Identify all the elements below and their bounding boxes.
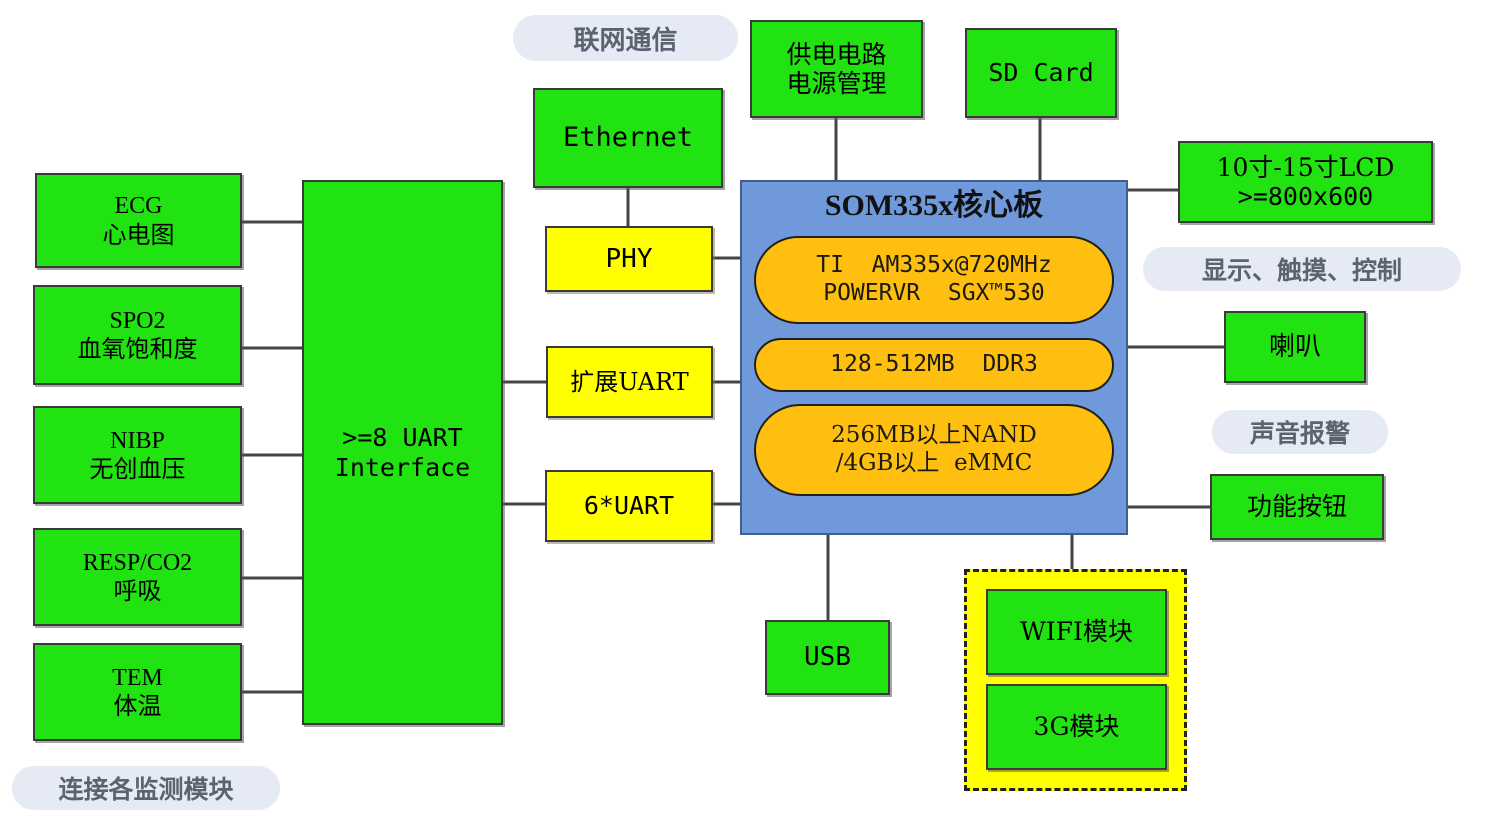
power-line1: 供电电路 [786, 39, 887, 69]
sensor-tem-line1: TEM [112, 664, 163, 691]
ethernet-box[interactable]: Ethernet [533, 88, 723, 188]
lcd-line1: 10寸-15寸LCD [1216, 152, 1395, 182]
speaker-box[interactable]: 喇叭 [1224, 311, 1366, 383]
lcd-line2: >=800x600 [1237, 182, 1374, 211]
sensor-box-ecg[interactable]: ECG 心电图 [35, 173, 242, 268]
sensor-nibp-line1: NIBP [110, 427, 165, 454]
storage-capsule[interactable]: 256MB以上NAND /4GB以上 eMMC [754, 404, 1114, 496]
function-buttons-label: 功能按钮 [1246, 492, 1347, 522]
som335x-core-board[interactable]: SOM335x核心板 TI AM335x@720MHz POWERVR SGX™… [740, 180, 1128, 535]
power-line2: 电源管理 [786, 69, 887, 98]
function-buttons-box[interactable]: 功能按钮 [1210, 474, 1384, 540]
power-supply-box[interactable]: 供电电路 电源管理 [750, 20, 923, 118]
core-board-title: SOM335x核心板 [824, 189, 1044, 222]
sensor-ecg-line1: ECG [114, 193, 163, 220]
network-group-label: 联网通信 [513, 15, 738, 61]
expansion-uart-box[interactable]: 扩展UART [546, 346, 713, 418]
sensor-spo2-line1: SPO2 [109, 307, 166, 334]
sensor-ecg-line2: 心电图 [102, 220, 175, 249]
network-group-label-text: 联网通信 [573, 25, 678, 56]
cpu-line2: POWERVR SGX™530 [823, 280, 1045, 306]
six-uart-label: 6*UART [583, 491, 675, 521]
sensor-nibp-line2: 无创血压 [89, 455, 186, 483]
audio-group-label-text: 声音报警 [1249, 419, 1350, 448]
speaker-label: 喇叭 [1268, 331, 1321, 362]
uart-hub-line1: >=8 UART [342, 423, 463, 452]
sensor-spo2-line2: 血氧饱和度 [77, 335, 198, 363]
sensor-box-tem[interactable]: TEM 体温 [33, 643, 242, 741]
storage-line2: /4GB以上 eMMC [835, 450, 1033, 476]
sensor-box-nibp[interactable]: NIBP 无创血压 [33, 406, 242, 504]
phy-label: PHY [605, 243, 653, 274]
cellular-module-label: 3G模块 [1033, 712, 1120, 742]
usb-box[interactable]: USB [765, 620, 890, 695]
sensor-tem-line2: 体温 [113, 692, 162, 720]
audio-group-label: 声音报警 [1212, 410, 1388, 454]
six-uart-box[interactable]: 6*UART [545, 470, 713, 542]
phy-box[interactable]: PHY [545, 226, 713, 292]
lcd-box[interactable]: 10寸-15寸LCD >=800x600 [1178, 141, 1433, 223]
ram-capsule[interactable]: 128-512MB DDR3 [754, 338, 1114, 392]
sensor-resp-line1: RESP/CO2 [82, 549, 193, 576]
cellular-module-box[interactable]: 3G模块 [986, 684, 1167, 770]
sd-card-label: SD Card [988, 58, 1094, 88]
ethernet-label: Ethernet [562, 122, 694, 154]
uart-interface-hub[interactable]: >=8 UART Interface [302, 180, 503, 725]
sensor-box-spo2[interactable]: SPO2 血氧饱和度 [33, 285, 242, 385]
cpu-line1: TI AM335x@720MHz [816, 252, 1052, 279]
wifi-module-label: WIFI模块 [1020, 617, 1133, 647]
wifi-module-box[interactable]: WIFI模块 [986, 589, 1167, 675]
sd-card-box[interactable]: SD Card [965, 28, 1117, 118]
cpu-capsule[interactable]: TI AM335x@720MHz POWERVR SGX™530 [754, 236, 1114, 324]
usb-label: USB [804, 642, 851, 673]
block-diagram-canvas: ECG 心电图 SPO2 血氧饱和度 NIBP 无创血压 RESP/CO2 呼吸… [0, 0, 1500, 835]
sensors-group-label-text: 连接各监测模块 [58, 775, 234, 804]
storage-line1: 256MB以上NAND [831, 422, 1037, 449]
sensors-group-label: 连接各监测模块 [12, 766, 280, 810]
sensor-box-resp[interactable]: RESP/CO2 呼吸 [33, 528, 242, 626]
sensor-resp-line2: 呼吸 [113, 577, 162, 605]
display-group-label: 显示、触摸、控制 [1143, 247, 1461, 291]
ram-label: 128-512MB DDR3 [830, 351, 1038, 378]
uart-hub-line2: Interface [334, 452, 471, 482]
expansion-uart-label: 扩展UART [570, 367, 689, 396]
display-group-label-text: 显示、触摸、控制 [1201, 256, 1402, 285]
